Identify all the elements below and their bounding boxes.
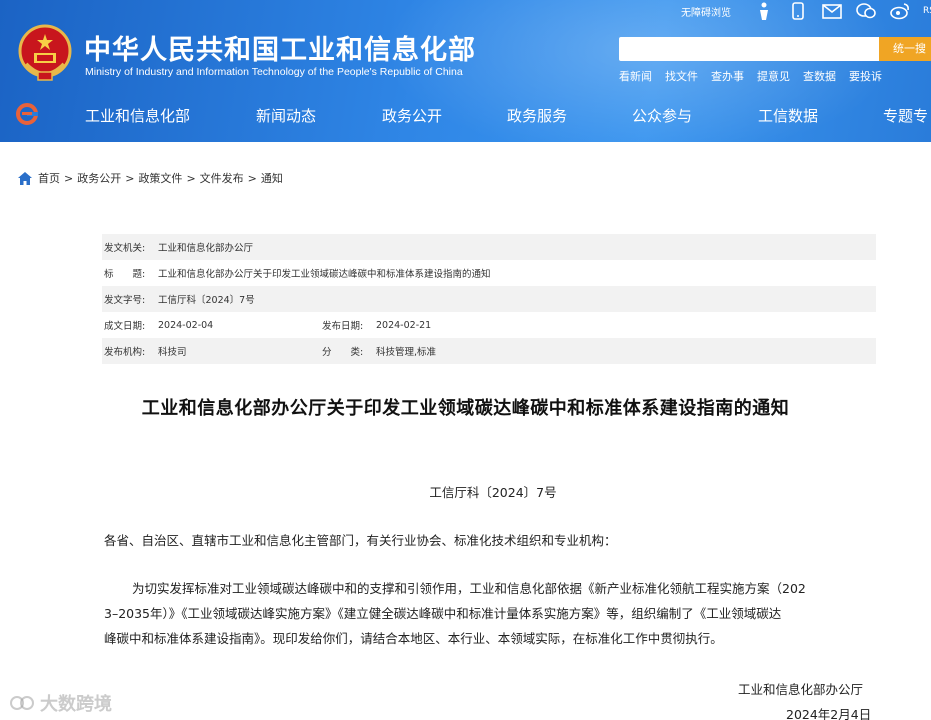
search-button[interactable]: 统一搜 (879, 37, 931, 61)
meta-row-title: 标 题: 工业和信息化部办公厅关于印发工业领域碳达峰碳中和标准体系建设指南的通知 (102, 260, 876, 286)
quick-link-data[interactable]: 查数据 (803, 68, 836, 84)
site-header: 中华人民共和国工业和信息化部 Ministry of Industry and … (0, 0, 931, 142)
weibo-icon[interactable] (889, 1, 911, 21)
published-date-label: 发布日期: (322, 321, 364, 332)
issuer-value: 工业和信息化部办公厅 (158, 243, 254, 254)
quick-link-services[interactable]: 查办事 (711, 68, 744, 84)
breadcrumb-doc-release[interactable]: 文件发布 (200, 170, 244, 186)
watermark: 大数跨境 (10, 690, 112, 716)
breadcrumb-home[interactable]: 首页 (38, 170, 60, 186)
category-value: 科技管理,标准 (376, 347, 437, 358)
article-signer: 工业和信息化部办公厅 (738, 682, 864, 697)
nav-item-data[interactable]: 工信数据 (758, 105, 818, 126)
meta-row-issuer: 发文机关: 工业和信息化部办公厅 (102, 234, 876, 260)
quick-link-news[interactable]: 看新闻 (619, 68, 652, 84)
org-label: 发布机构: (104, 347, 146, 358)
watermark-logo-icon (10, 696, 34, 710)
nav-item-gov-affairs[interactable]: 政务公开 (382, 105, 442, 126)
home-icon[interactable] (18, 171, 32, 185)
paragraph-line: 为切实发挥标准对工业领域碳达峰碳中和的支撑和引领作用，工业和信息化部依据《新产业… (132, 581, 806, 596)
watermark-text: 大数跨境 (40, 694, 112, 715)
document-meta-table: 发文机关: 工业和信息化部办公厅 标 题: 工业和信息化部办公厅关于印发工业领域… (102, 234, 876, 364)
breadcrumb-separator: > (125, 171, 135, 185)
rss-link[interactable]: RS (923, 6, 931, 16)
top-utility-bar: 无障碍浏览 RS (681, 0, 931, 22)
paragraph-line: 3–2035年）》《工业领域碳达峰实施方案》《建立健全碳达峰碳中和标准计量体系实… (104, 606, 782, 621)
article-title: 工业和信息化部办公厅关于印发工业领域碳达峰碳中和标准体系建设指南的通知 (141, 398, 790, 419)
nav-item-ministry[interactable]: 工业和信息化部 (85, 105, 190, 126)
breadcrumb-separator: > (64, 171, 74, 185)
title-value: 工业和信息化部办公厅关于印发工业领域碳达峰碳中和标准体系建设指南的通知 (158, 269, 491, 280)
quick-links: 看新闻 找文件 查办事 提意见 查数据 要投诉 (619, 68, 895, 84)
site-subtitle: Ministry of Industry and Information Tec… (85, 66, 463, 78)
created-date-label: 成文日期: (104, 321, 146, 332)
wechat-icon[interactable] (855, 1, 877, 21)
home-logo-icon[interactable] (16, 103, 38, 125)
published-date-value: 2024-02-21 (376, 319, 432, 331)
breadcrumb-gov-affairs[interactable]: 政务公开 (77, 170, 121, 186)
accessibility-link[interactable]: 无障碍浏览 (681, 4, 731, 19)
meta-row-doc-no: 发文字号: 工信厅科〔2024〕7号 (102, 286, 876, 312)
meta-row-org: 发布机构: 科技司 分 类: 科技管理,标准 (102, 338, 876, 364)
quick-link-feedback[interactable]: 提意见 (757, 68, 790, 84)
article-sign-date: 2024年2月4日 (786, 707, 872, 720)
breadcrumb-notice[interactable]: 通知 (261, 170, 283, 186)
nav-item-topics[interactable]: 专题专 (883, 105, 928, 126)
site-title: 中华人民共和国工业和信息化部 (84, 35, 476, 66)
category-label: 分 类: (322, 347, 364, 358)
breadcrumb-separator: > (247, 171, 257, 185)
created-date-value: 2024-02-04 (158, 319, 214, 331)
paragraph-line: 峰碳中和标准体系建设指南》。现印发给你们，请结合本地区、本行业、本领域实际，在标… (104, 631, 723, 646)
issuer-label: 发文机关: (104, 243, 146, 254)
nav-item-news[interactable]: 新闻动态 (256, 105, 316, 126)
breadcrumb-policy-docs[interactable]: 政策文件 (138, 170, 182, 186)
elderly-mode-icon[interactable] (753, 1, 775, 21)
meta-row-dates: 成文日期: 2024-02-04 发布日期: 2024-02-21 (102, 312, 876, 338)
search-input[interactable] (619, 37, 879, 61)
org-value: 科技司 (158, 347, 187, 358)
main-nav: 工业和信息化部 新闻动态 政务公开 政务服务 公众参与 工信数据 专题专 (0, 95, 931, 135)
article-doc-number: 工信厅科〔2024〕7号 (429, 485, 557, 500)
doc-no-label: 发文字号: (104, 295, 146, 306)
title-label: 标 题: (104, 269, 146, 280)
national-emblem-icon[interactable] (18, 24, 72, 82)
nav-item-participation[interactable]: 公众参与 (632, 105, 692, 126)
doc-no-value: 工信厅科〔2024〕7号 (158, 295, 255, 306)
mobile-icon[interactable] (787, 1, 809, 21)
quick-link-complaint[interactable]: 要投诉 (849, 68, 882, 84)
nav-item-services[interactable]: 政务服务 (507, 105, 567, 126)
quick-link-files[interactable]: 找文件 (665, 68, 698, 84)
article-paragraph: 为切实发挥标准对工业领域碳达峰碳中和的支撑和引领作用，工业和信息化部依据《新产业… (104, 576, 876, 651)
breadcrumb-separator: > (186, 171, 196, 185)
article-addressee: 各省、自治区、直辖市工业和信息化主管部门，有关行业协会、标准化技术组织和专业机构… (104, 533, 617, 548)
breadcrumb: 首页 > 政务公开 > 政策文件 > 文件发布 > 通知 (18, 170, 283, 186)
mail-icon[interactable] (821, 1, 843, 21)
